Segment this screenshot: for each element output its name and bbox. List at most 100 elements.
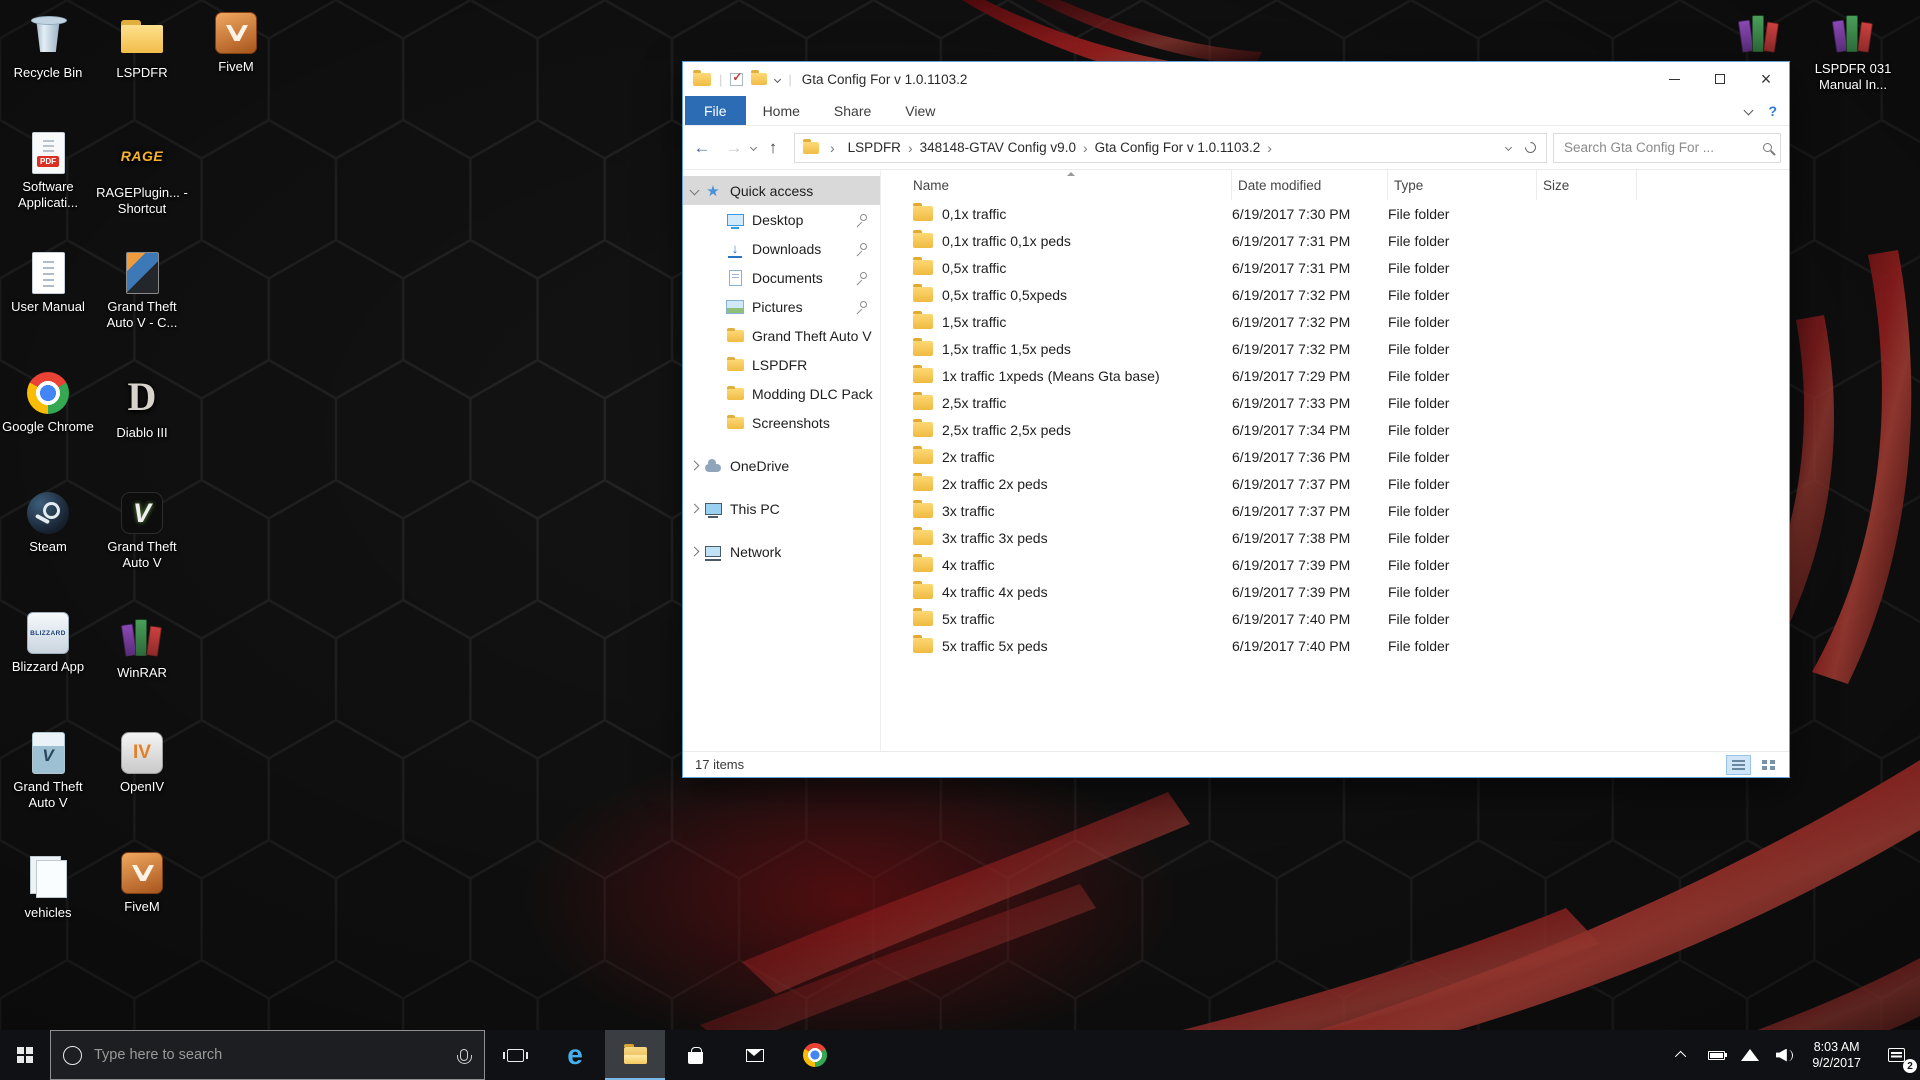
refresh-icon[interactable] <box>1522 139 1539 156</box>
search-input[interactable] <box>1562 139 1757 156</box>
breadcrumb-segment[interactable]: 348148-GTAV Config v9.0 <box>918 140 1078 155</box>
breadcrumb-separator-icon[interactable]: › <box>903 140 918 156</box>
thumbnails-view-button[interactable] <box>1756 755 1781 775</box>
up-button[interactable]: ↑ <box>758 133 788 163</box>
sidebar-item-downloads[interactable]: Downloads <box>683 234 880 263</box>
maximize-button[interactable] <box>1697 62 1743 96</box>
desktop-icon-grand-theft-auto-v-c[interactable]: Grand Theft Auto V - C... <box>96 252 188 332</box>
file-row[interactable]: 2,5x traffic 6/19/2017 7:33 PM File folder <box>881 389 1789 416</box>
store-button[interactable] <box>665 1030 725 1080</box>
file-row[interactable]: 0,5x traffic 6/19/2017 7:31 PM File folder <box>881 254 1789 281</box>
desktop-icon-steam[interactable]: Steam <box>2 492 94 555</box>
sidebar-item-desktop[interactable]: Desktop <box>683 205 880 234</box>
address-dropdown-icon[interactable] <box>1504 143 1513 152</box>
file-row[interactable]: 3x traffic 6/19/2017 7:37 PM File folder <box>881 497 1789 524</box>
chevron-right-icon[interactable] <box>689 503 700 514</box>
desktop-icon-grand-theft-auto-v-box[interactable]: Grand Theft Auto V <box>2 732 94 812</box>
breadcrumb-segment[interactable]: Gta Config For v 1.0.1103.2 <box>1093 140 1263 155</box>
file-row[interactable]: 5x traffic 5x peds 6/19/2017 7:40 PM File … <box>881 632 1789 659</box>
help-icon[interactable]: ? <box>1768 103 1777 119</box>
file-row[interactable]: 5x traffic 6/19/2017 7:40 PM File folder <box>881 605 1789 632</box>
ribbon-expand-icon[interactable] <box>1743 105 1754 116</box>
volume-button[interactable] <box>1767 1030 1801 1080</box>
column-date-modified[interactable]: Date modified <box>1232 170 1388 200</box>
hidden-icons-button[interactable] <box>1665 1030 1699 1080</box>
minimize-button[interactable] <box>1651 62 1697 96</box>
desktop-icon-lspdfr-folder[interactable]: LSPDFR <box>96 12 188 81</box>
qat-new-folder-icon[interactable] <box>751 70 768 85</box>
desktop-icon-lspdfr-031-manual[interactable]: LSPDFR 031 Manual In... <box>1807 8 1899 94</box>
desktop-icon-fivem-2[interactable]: FiveM <box>96 852 188 915</box>
forward-button[interactable]: → <box>719 133 749 163</box>
file-explorer-button[interactable] <box>605 1030 665 1080</box>
desktop-icon-google-chrome[interactable]: Google Chrome <box>2 372 94 435</box>
qat-properties-icon[interactable] <box>730 70 744 86</box>
desktop-icon-rar-archive[interactable] <box>1713 8 1805 61</box>
file-row[interactable]: 2x traffic 6/19/2017 7:36 PM File folder <box>881 443 1789 470</box>
sidebar-item-grand-theft-auto-v[interactable]: Grand Theft Auto V <box>683 321 880 350</box>
file-row[interactable]: 2,5x traffic 2,5x peds 6/19/2017 7:34 PM F… <box>881 416 1789 443</box>
back-button[interactable]: ← <box>687 133 717 163</box>
menu-share[interactable]: Share <box>817 96 888 125</box>
taskbar-clock[interactable]: 8:03 AM 9/2/2017 <box>1801 1030 1872 1080</box>
breadcrumb-segment[interactable]: LSPDFR <box>846 140 903 155</box>
edge-button[interactable]: e <box>545 1030 605 1080</box>
desktop-icon-vehicles[interactable]: vehicles <box>2 852 94 921</box>
desktop-icon-blizzard-app[interactable]: Blizzard App <box>2 612 94 675</box>
file-row[interactable]: 4x traffic 6/19/2017 7:39 PM File folder <box>881 551 1789 578</box>
search-box[interactable] <box>1553 132 1781 163</box>
file-row[interactable]: 0,1x traffic 0,1x peds 6/19/2017 7:31 PM F… <box>881 227 1789 254</box>
task-view-button[interactable] <box>485 1030 545 1080</box>
column-name[interactable]: Name <box>907 170 1232 200</box>
network-button[interactable] <box>1733 1030 1767 1080</box>
file-row[interactable]: 1,5x traffic 6/19/2017 7:32 PM File folder <box>881 308 1789 335</box>
titlebar[interactable]: | | Gta Config For v 1.0.1103.2 × <box>683 62 1789 96</box>
file-row[interactable]: 3x traffic 3x peds 6/19/2017 7:38 PM File … <box>881 524 1789 551</box>
chevron-right-icon[interactable] <box>689 460 700 471</box>
close-button[interactable]: × <box>1743 62 1789 96</box>
taskbar-search[interactable] <box>50 1030 485 1080</box>
desktop-icon-grand-theft-auto-v[interactable]: Grand Theft Auto V <box>96 492 188 572</box>
menu-home[interactable]: Home <box>746 96 817 125</box>
desktop-icon-winrar[interactable]: WinRAR <box>96 612 188 681</box>
chevron-down-icon[interactable] <box>689 185 700 196</box>
mail-button[interactable] <box>725 1030 785 1080</box>
address-bar[interactable]: › LSPDFR › 348148-GTAV Config v9.0 › Gta Con… <box>794 132 1547 163</box>
column-size[interactable]: Size <box>1537 170 1637 200</box>
desktop-icon-fivem[interactable]: FiveM <box>190 12 282 75</box>
action-center-button[interactable]: 2 <box>1872 1030 1920 1080</box>
taskbar-search-input[interactable] <box>92 1046 450 1064</box>
file-row[interactable]: 0,1x traffic 6/19/2017 7:30 PM File folder <box>881 200 1789 227</box>
chevron-right-icon[interactable] <box>689 546 700 557</box>
desktop-icon-software-application[interactable]: Software Applicati... <box>2 132 94 212</box>
breadcrumb-separator-icon[interactable]: › <box>1078 140 1093 156</box>
start-button[interactable] <box>0 1030 50 1080</box>
sidebar-item-documents[interactable]: Documents <box>683 263 880 292</box>
recent-locations-icon[interactable] <box>749 143 758 152</box>
sidebar-item-lspdfr[interactable]: LSPDFR <box>683 350 880 379</box>
desktop-icon-rageplugin-shortcut[interactable]: RAGEPlugin... - Shortcut <box>96 132 188 218</box>
chrome-button[interactable] <box>785 1030 845 1080</box>
file-row[interactable]: 0,5x traffic 0,5xpeds 6/19/2017 7:32 PM Fi… <box>881 281 1789 308</box>
desktop-icon-openiv[interactable]: OpenIV <box>96 732 188 795</box>
sidebar-item-pictures[interactable]: Pictures <box>683 292 880 321</box>
qat-customize-icon[interactable] <box>774 75 782 83</box>
file-row[interactable]: 4x traffic 4x peds 6/19/2017 7:39 PM File … <box>881 578 1789 605</box>
sidebar-item-modding-dlc-pack[interactable]: Modding DLC Pack <box>683 379 880 408</box>
column-type[interactable]: Type <box>1388 170 1537 200</box>
desktop-icon-user-manual[interactable]: User Manual <box>2 252 94 315</box>
sidebar-item-this-pc[interactable]: This PC <box>683 494 880 523</box>
details-view-button[interactable] <box>1726 754 1751 775</box>
battery-button[interactable] <box>1699 1030 1733 1080</box>
sidebar-item-network[interactable]: Network <box>683 537 880 566</box>
sidebar-item-screenshots[interactable]: Screenshots <box>683 408 880 437</box>
desktop-icon-diablo-iii[interactable]: Diablo III <box>96 372 188 441</box>
sidebar-item-onedrive[interactable]: OneDrive <box>683 451 880 480</box>
file-row[interactable]: 1,5x traffic 1,5x peds 6/19/2017 7:32 PM F… <box>881 335 1789 362</box>
file-row[interactable]: 2x traffic 2x peds 6/19/2017 7:37 PM File … <box>881 470 1789 497</box>
sidebar-item-quick-access[interactable]: Quick access <box>683 176 880 205</box>
menu-view[interactable]: View <box>888 96 952 125</box>
file-row[interactable]: 1x traffic 1xpeds (Means Gta base) 6/19/2… <box>881 362 1789 389</box>
breadcrumb-separator-icon[interactable]: › <box>1262 140 1277 156</box>
menu-file[interactable]: File <box>685 96 746 125</box>
